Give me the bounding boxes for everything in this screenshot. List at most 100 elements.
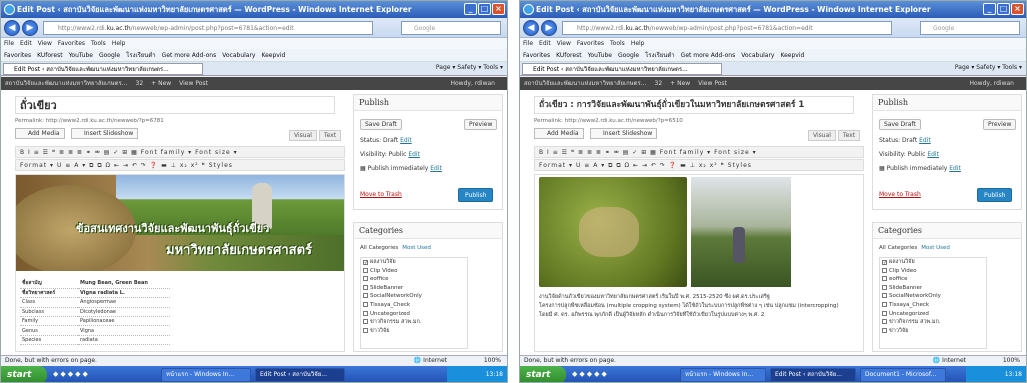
menu-tools[interactable]: Tools	[610, 40, 625, 47]
category-item[interactable]: Clip Video	[880, 267, 986, 276]
forward-icon[interactable]: ▶	[22, 20, 38, 36]
address-bar[interactable]: http://www2.rdi.ku.ac.th/newweb/wp-admin…	[43, 21, 373, 35]
category-checkbox[interactable]	[363, 319, 368, 325]
fav-item[interactable]: Google	[99, 52, 120, 59]
menu-view[interactable]: View	[557, 40, 571, 47]
taskbar-item[interactable]: Document1 - Microsof...	[860, 368, 946, 382]
category-checkbox[interactable]	[882, 276, 887, 282]
post-title-input[interactable]: ถั่วเขียว : การวิจัยและพัฒนาพันธุ์ถั่วเข…	[534, 96, 854, 114]
category-item[interactable]: eoffice	[361, 275, 467, 284]
taskbar-item[interactable]: Edit Post ‹ สถาบันวิจัย...	[255, 368, 345, 382]
category-item[interactable]: Uncategorized	[361, 310, 467, 319]
wp-new-button[interactable]: + New	[670, 80, 690, 87]
publish-button[interactable]: Publish	[977, 188, 1013, 202]
category-checkbox[interactable]	[882, 284, 887, 290]
category-checkbox[interactable]: ✓	[363, 260, 368, 266]
ie-command-bar[interactable]: Page ▾ Safety ▾ Tools ▾	[436, 64, 503, 71]
wp-site-name[interactable]: สถาบันวิจัยและพัฒนาแห่งมหาวิทยาลัยเกษตร.…	[524, 80, 647, 87]
browser-tab[interactable]: Edit Post ‹ สถาบันวิจัยและพัฒนาแห่งมหาวิ…	[522, 63, 722, 75]
editor-toolbar-2[interactable]: Format ▾ U ≡ A ▾ ⧉ ⧉ Ω ⇤ ⇥ ↶ ↷ ❓ ▬ ⊥ x₂ …	[534, 159, 864, 171]
minimize-icon[interactable]: _	[983, 3, 996, 15]
menu-favorites[interactable]: Favorites	[58, 40, 85, 47]
save-draft-button[interactable]: Save Draft	[879, 119, 921, 130]
category-item[interactable]: ✓ ผลงานวิจัย	[361, 258, 467, 267]
editor-toolbar-2[interactable]: Format ▾ U ≡ A ▾ ⧉ ⧉ Ω ⇤ ⇥ ↶ ↷ ❓ ▬ ⊥ x₂ …	[15, 159, 345, 171]
category-item[interactable]: Tissaya_Check	[361, 301, 467, 310]
wp-view-post[interactable]: View Post	[179, 80, 208, 87]
category-item[interactable]: ข่าววิจัย	[880, 327, 986, 336]
zoom-level[interactable]: 100%	[1003, 356, 1020, 366]
editor-toolbar-1[interactable]: B I ≡ ☰ ❝ ≣ ≣ ≣ ⚭ ⚮ ▤ ✓ ⊞ ▦ Font family …	[534, 146, 864, 158]
close-icon[interactable]: ×	[492, 3, 505, 15]
save-draft-button[interactable]: Save Draft	[360, 119, 402, 130]
post-title-input[interactable]: ถั่วเขียว	[15, 96, 335, 114]
back-icon[interactable]: ◀	[4, 20, 20, 36]
forward-icon[interactable]: ▶	[541, 20, 557, 36]
tab-all-categories[interactable]: All Categories	[879, 245, 917, 251]
fav-item[interactable]: Get more Add-ons	[681, 52, 736, 59]
edit-status-link[interactable]: Edit	[400, 137, 412, 144]
taskbar-item[interactable]: หน้าแรก - Windows In...	[680, 368, 766, 382]
minimize-icon[interactable]: _	[464, 3, 477, 15]
menu-help[interactable]: Help	[112, 40, 126, 47]
fav-item[interactable]: KUforest	[556, 52, 581, 59]
edit-status-link[interactable]: Edit	[919, 137, 931, 144]
quick-launch-icons[interactable]: ◆◆◆◆◆	[53, 370, 90, 378]
category-checkbox[interactable]	[882, 319, 887, 325]
move-to-trash-link[interactable]: Move to Trash	[360, 191, 402, 198]
editor-body[interactable]: งานวิจัยด้านถั่วเขียวของมหาวิทยาลัยเกษตร…	[534, 174, 864, 352]
maximize-icon[interactable]: □	[478, 3, 491, 15]
category-item[interactable]: ข่าวกิจกรรม สวพ.มก.	[361, 318, 467, 327]
permalink[interactable]: Permalink: http://www2.rdi.ku.ac.th/neww…	[15, 118, 164, 124]
edit-visibility-link[interactable]: Edit	[408, 151, 420, 158]
zoom-level[interactable]: 100%	[484, 356, 501, 366]
wp-site-name[interactable]: สถาบันวิจัยและพัฒนาแห่งมหาวิทยาลัยเกษตร.…	[5, 80, 128, 87]
menu-tools[interactable]: Tools	[91, 40, 106, 47]
wp-comments-count[interactable]: 32	[655, 80, 663, 87]
fav-item[interactable]: Vocabulary	[741, 52, 774, 59]
fav-item[interactable]: โรงเรียนดำ	[126, 52, 156, 59]
howdy-user[interactable]: Howdy, rdiwan	[970, 77, 1015, 90]
category-checkbox[interactable]	[363, 293, 368, 299]
taskbar-item[interactable]: Edit Post ‹ สถาบันวิจัย...	[770, 368, 856, 382]
browser-tab[interactable]: Edit Post ‹ สถาบันวิจัยและพัฒนาแห่งมหาวิ…	[3, 63, 203, 75]
menu-file[interactable]: File	[4, 40, 14, 47]
edit-schedule-link[interactable]: Edit	[949, 165, 961, 172]
wp-comments-count[interactable]: 32	[136, 80, 144, 87]
preview-button[interactable]: Preview	[464, 119, 498, 130]
permalink[interactable]: Permalink: http://www2.rdi.ku.ac.th/neww…	[534, 118, 683, 124]
fav-item[interactable]: โรงเรียนดำ	[645, 52, 675, 59]
search-input[interactable]: Google	[920, 21, 1020, 35]
category-item[interactable]: Tissaya_Check	[880, 301, 986, 310]
publish-button[interactable]: Publish	[458, 188, 494, 202]
category-item[interactable]: Clip Video	[361, 267, 467, 276]
category-checkbox[interactable]	[363, 327, 368, 333]
start-button[interactable]: start	[520, 366, 566, 382]
fav-item[interactable]: Keepvid	[780, 52, 804, 59]
tab-text[interactable]: Text	[837, 130, 861, 141]
quick-launch-icons[interactable]: ◆◆◆◆◆	[572, 370, 609, 378]
fav-item[interactable]: YouTube	[69, 52, 93, 59]
fav-item[interactable]: Favorites	[523, 52, 550, 59]
fav-item[interactable]: Google	[618, 52, 639, 59]
menu-edit[interactable]: Edit	[20, 40, 32, 47]
back-icon[interactable]: ◀	[523, 20, 539, 36]
menu-file[interactable]: File	[523, 40, 533, 47]
menu-help[interactable]: Help	[631, 40, 645, 47]
edit-visibility-link[interactable]: Edit	[927, 151, 939, 158]
tab-text[interactable]: Text	[318, 130, 342, 141]
maximize-icon[interactable]: □	[997, 3, 1010, 15]
tab-most-used[interactable]: Most Used	[921, 245, 950, 251]
category-item[interactable]: SocialNetworkOnly	[361, 292, 467, 301]
howdy-user[interactable]: Howdy, rdiwan	[451, 77, 496, 90]
insert-slideshow-button[interactable]: Insert Slideshow	[590, 128, 658, 139]
category-item[interactable]: ข่าววิจัย	[361, 327, 467, 336]
edit-schedule-link[interactable]: Edit	[430, 165, 442, 172]
address-bar[interactable]: http://www2.rdi.ku.ac.th/newweb/wp-admin…	[562, 21, 892, 35]
fav-item[interactable]: Get more Add-ons	[162, 52, 217, 59]
move-to-trash-link[interactable]: Move to Trash	[879, 191, 921, 198]
search-input[interactable]: Google	[401, 21, 501, 35]
fav-item[interactable]: YouTube	[588, 52, 612, 59]
editor-body[interactable]: ข้อสนเทศงานวิจัยและพัฒนาพันธุ์ถั่วเขียว …	[15, 174, 345, 352]
menu-favorites[interactable]: Favorites	[577, 40, 604, 47]
